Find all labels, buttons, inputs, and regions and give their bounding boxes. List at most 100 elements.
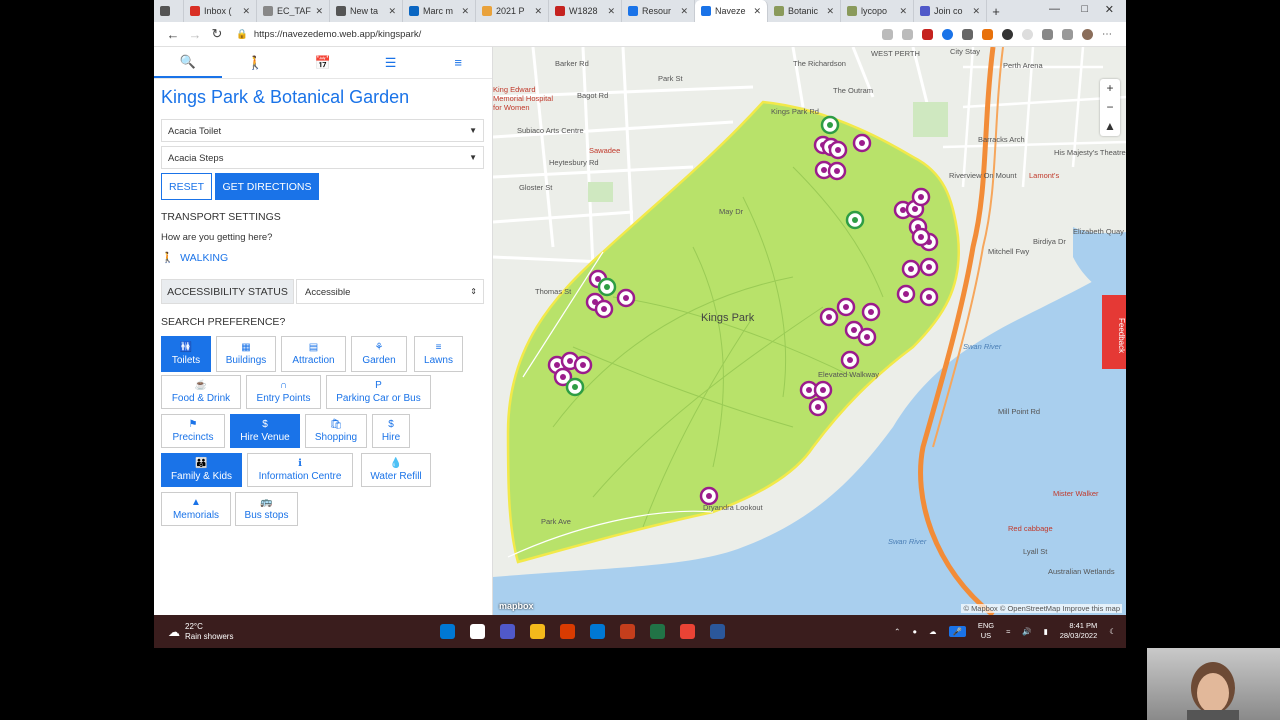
- map-marker-icon[interactable]: [852, 133, 872, 153]
- tab-close-icon[interactable]: ✕: [315, 6, 323, 17]
- map-marker-icon[interactable]: [919, 287, 939, 307]
- wifi-icon[interactable]: ≈: [1006, 627, 1010, 636]
- map-attribution[interactable]: © Mapbox © OpenStreetMap Improve this ma…: [961, 604, 1122, 613]
- map-marker-icon[interactable]: [901, 259, 921, 279]
- map-marker-icon[interactable]: [828, 140, 848, 160]
- tab-close-icon[interactable]: ✕: [461, 6, 469, 17]
- tab-close-icon[interactable]: ✕: [534, 6, 542, 17]
- map-marker-icon[interactable]: [857, 327, 877, 347]
- tab-close-icon[interactable]: ✕: [972, 6, 980, 17]
- preference-bus-stops-button[interactable]: 🚌 Bus stops: [235, 492, 298, 526]
- clock[interactable]: 8:41 PM 28/03/2022: [1060, 621, 1098, 641]
- start-app-icon[interactable]: [440, 624, 455, 639]
- extension-light-icon[interactable]: [1022, 28, 1033, 40]
- map-marker-icon[interactable]: [840, 350, 860, 370]
- reload-icon[interactable]: ↻: [206, 26, 228, 42]
- search-app-icon[interactable]: [470, 624, 485, 639]
- map-marker-icon[interactable]: [911, 187, 931, 207]
- volume-icon[interactable]: 🔊: [1022, 627, 1031, 636]
- favorite-icon[interactable]: [902, 28, 913, 40]
- chevron-up-icon[interactable]: ⌃: [894, 627, 900, 636]
- map-marker-icon[interactable]: [565, 377, 585, 397]
- preference-food-drink-button[interactable]: ☕ Food & Drink: [161, 375, 241, 409]
- map-marker-icon[interactable]: [919, 257, 939, 277]
- browser-tab[interactable]: Marc m ✕: [403, 0, 476, 22]
- browser-tab[interactable]: New ta ✕: [330, 0, 403, 22]
- minimize-icon[interactable]: —: [1049, 3, 1060, 15]
- office-app-icon[interactable]: [680, 624, 695, 639]
- back-icon[interactable]: ←: [162, 27, 184, 42]
- map-marker-icon[interactable]: [573, 355, 593, 375]
- map-marker-icon[interactable]: [836, 297, 856, 317]
- browser-tab[interactable]: Join co ✕: [914, 0, 987, 22]
- tab-close-icon[interactable]: ✕: [388, 6, 396, 17]
- url-field[interactable]: 🔒 https://navezedemo.web.app/kingspark/: [236, 29, 882, 40]
- task-view-app-icon[interactable]: [500, 624, 515, 639]
- tab-close-icon[interactable]: ✕: [607, 6, 615, 17]
- tab-close-icon[interactable]: ✕: [753, 6, 761, 17]
- preference-hire-venue-button[interactable]: $ Hire Venue: [230, 414, 300, 448]
- more-menu-icon[interactable]: ⋯: [1102, 28, 1116, 40]
- panel-tab-layers[interactable]: ☰: [357, 47, 425, 78]
- browser-tab[interactable]: Resour ✕: [622, 0, 695, 22]
- extension-dark-icon[interactable]: [1002, 28, 1013, 40]
- map-marker-icon[interactable]: [699, 486, 719, 506]
- notifications-icon[interactable]: ☾: [1109, 627, 1116, 636]
- to-select[interactable]: Acacia Steps ▼: [161, 146, 484, 169]
- forward-icon[interactable]: →: [184, 27, 206, 42]
- battery-icon[interactable]: ▮: [1044, 627, 1048, 636]
- accessibility-select[interactable]: Accessible ⇕: [296, 279, 484, 304]
- map-marker-icon[interactable]: [845, 210, 865, 230]
- map-marker-icon[interactable]: [861, 302, 881, 322]
- preference-entry-points-button[interactable]: ∩ Entry Points: [246, 375, 321, 409]
- map-canvas[interactable]: Kings Park Barker Rd Park St Bagot Rd The R…: [493, 47, 1126, 615]
- panel-tab-menu[interactable]: ≡: [424, 47, 492, 78]
- explorer-app-icon[interactable]: [590, 624, 605, 639]
- extension-orange-icon[interactable]: [982, 28, 993, 40]
- walking-mode-link[interactable]: 🚶 WALKING: [161, 251, 228, 265]
- map-marker-icon[interactable]: [594, 299, 614, 319]
- extensions-icon[interactable]: [1042, 28, 1053, 40]
- zoom-out-button[interactable]: −: [1100, 98, 1120, 117]
- browser-tab[interactable]: 2021 P ✕: [476, 0, 549, 22]
- preference-hire-button[interactable]: $ Hire: [372, 414, 410, 448]
- tab-close-icon[interactable]: ✕: [826, 6, 834, 17]
- preference-buildings-button[interactable]: ▦ Buildings: [216, 336, 276, 372]
- map-marker-icon[interactable]: [616, 288, 636, 308]
- preference-parking-car-or-bus-button[interactable]: P Parking Car or Bus: [326, 375, 431, 409]
- extension-gray-icon[interactable]: [962, 28, 973, 40]
- tab-close-icon[interactable]: ✕: [242, 6, 250, 17]
- profile-avatar[interactable]: [1082, 28, 1093, 40]
- preference-attraction-button[interactable]: ▤ Attraction: [281, 336, 346, 372]
- browser-tab[interactable]: W1828 ✕: [549, 0, 622, 22]
- edge-app-icon[interactable]: [560, 624, 575, 639]
- extension-pdf-icon[interactable]: [922, 28, 933, 40]
- teams-app-icon[interactable]: [530, 624, 545, 639]
- weather-widget[interactable]: ☁ 22°C Rain showers: [168, 622, 233, 642]
- preference-memorials-button[interactable]: ▲ Memorials: [161, 492, 231, 526]
- from-select[interactable]: Acacia Toilet ▼: [161, 119, 484, 142]
- store-app-icon[interactable]: [620, 624, 635, 639]
- collections-icon[interactable]: [1062, 28, 1073, 40]
- browser-tab[interactable]: Inbox (✕: [184, 0, 257, 22]
- map-marker-icon[interactable]: [819, 307, 839, 327]
- map-marker-icon[interactable]: [813, 380, 833, 400]
- language-indicator[interactable]: ENG US: [978, 621, 994, 641]
- preference-water-refill-button[interactable]: 💧 Water Refill: [361, 453, 431, 487]
- map-marker-icon[interactable]: [911, 227, 931, 247]
- tab-close-icon[interactable]: ✕: [899, 6, 907, 17]
- map-marker-icon[interactable]: [827, 161, 847, 181]
- cloud-icon[interactable]: ☁: [929, 627, 937, 636]
- maximize-icon[interactable]: □: [1081, 3, 1088, 15]
- reset-button[interactable]: RESET: [161, 173, 212, 200]
- compass-icon[interactable]: ▲: [1100, 117, 1120, 136]
- mail-app-icon[interactable]: [650, 624, 665, 639]
- tab-actions-icon[interactable]: [154, 0, 184, 22]
- panel-tab-walking[interactable]: 🚶: [222, 47, 290, 78]
- get-directions-button[interactable]: GET DIRECTIONS: [215, 173, 319, 200]
- panel-tab-calendar[interactable]: 📅: [289, 47, 357, 78]
- browser-tab[interactable]: Naveze ✕: [695, 0, 768, 22]
- preference-garden-button[interactable]: ⚘ Garden: [351, 336, 407, 372]
- map-marker-icon[interactable]: [597, 277, 617, 297]
- preference-shopping-button[interactable]: 🛍 Shopping: [305, 414, 367, 448]
